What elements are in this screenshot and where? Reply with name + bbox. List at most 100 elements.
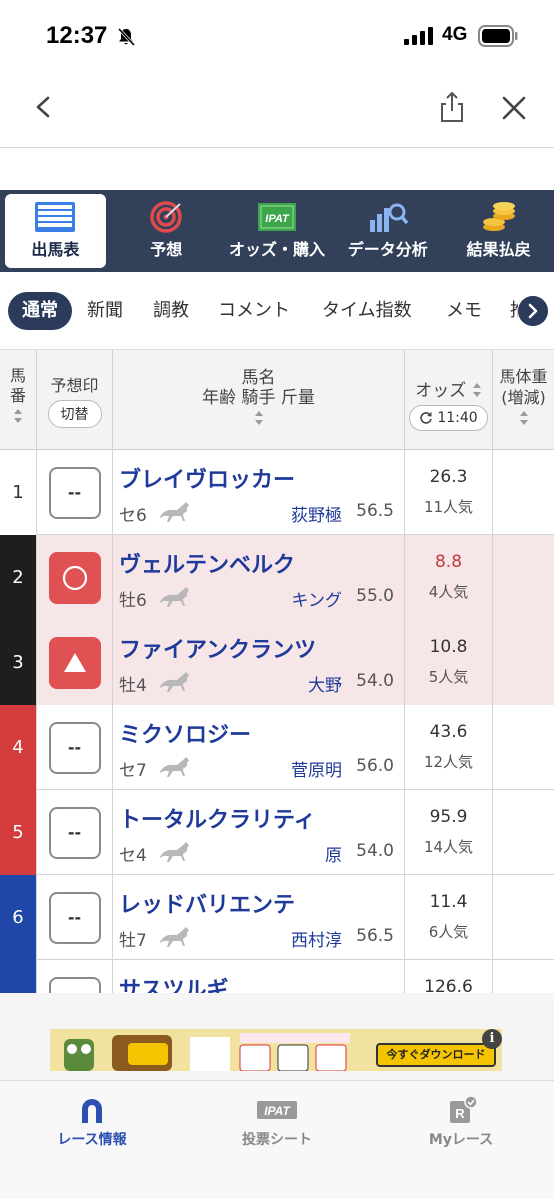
status-time: 12:37 <box>46 22 108 49</box>
body-weight-cell <box>493 960 554 993</box>
horse-name-link[interactable]: レッドバリエンテ <box>119 887 295 919</box>
jockey-name[interactable]: キング <box>292 586 343 611</box>
horse-name-link[interactable]: ファイアンクランツ <box>119 632 316 664</box>
sub-tab-bar: 通常 新聞 調教 コメント タイム指数 メモ 推 <box>0 272 554 350</box>
horse-name-link[interactable]: ブレイヴロッカー <box>119 462 295 494</box>
header-horse[interactable]: 馬名 年齢 騎手 斤量 <box>113 350 405 450</box>
odds-refresh-button[interactable]: 11:40 <box>409 405 488 431</box>
horseshoe-icon <box>82 1099 102 1123</box>
mark-cell: -- <box>37 960 113 993</box>
header-odds[interactable]: オッズ 11:40 <box>405 350 493 450</box>
tab-results-payout[interactable]: 結果払戻 <box>443 190 554 272</box>
tab-label: 出馬表 <box>31 240 80 259</box>
header-body-weight[interactable]: 馬体重 (増減) <box>493 350 554 450</box>
odds-value: 11.4 <box>429 892 468 912</box>
network-type: 4G <box>442 24 468 45</box>
bottom-nav-bar: レース情報 IPAT 投票シート R Myレース <box>0 1080 554 1199</box>
nav-label: Myレース <box>428 1132 494 1148</box>
subtab-time-index[interactable]: タイム指数 <box>322 292 412 330</box>
back-arrow-icon[interactable] <box>30 92 56 122</box>
horse-name-link[interactable]: ヴェルテンベルク <box>119 547 295 579</box>
table-row[interactable]: 3 ファイアンクランツ 牡4 大野 54.0 10.8 5人気 <box>0 620 554 705</box>
tab-prediction[interactable]: 予想 <box>111 190 222 272</box>
horse-cell: サスツルギ <box>113 960 405 993</box>
tab-label: 結果払戻 <box>466 240 531 259</box>
horse-silhouette-icon <box>160 587 189 607</box>
carried-weight: 56.5 <box>356 926 394 946</box>
prediction-mark-button[interactable]: -- <box>48 466 101 519</box>
coins-icon <box>482 202 515 231</box>
tab-data-analysis[interactable]: データ分析 <box>332 190 443 272</box>
body-weight-cell <box>493 620 554 705</box>
my-race-icon: R <box>450 1095 478 1123</box>
triangle-mark-icon <box>63 652 86 672</box>
nav-label: 投票シート <box>242 1132 312 1148</box>
ad-area: 今すぐダウンロード i <box>0 993 554 1080</box>
tab-label: オッズ・購入 <box>228 240 325 259</box>
table-row[interactable]: -- サスツルギ 126.6 <box>0 960 554 993</box>
share-icon[interactable] <box>437 90 467 124</box>
popularity: 5人気 <box>428 668 469 686</box>
close-icon[interactable] <box>500 94 528 122</box>
tab-race-card[interactable]: 出馬表 <box>0 190 111 272</box>
horse-age: セ4 <box>119 846 147 866</box>
ad-banner[interactable]: 今すぐダウンロード <box>50 1029 502 1071</box>
prediction-mark-button[interactable] <box>48 551 101 604</box>
prediction-mark-button[interactable]: -- <box>48 721 101 774</box>
jockey-name[interactable]: 菅原明 <box>291 756 342 781</box>
odds-value: 126.6 <box>424 977 473 993</box>
gate-number: 6 <box>0 875 37 960</box>
jockey-name[interactable]: 荻野極 <box>291 501 342 526</box>
horse-name-link[interactable]: サスツルギ <box>119 972 229 993</box>
gate-number: 1 <box>0 450 37 535</box>
chevron-right-icon[interactable] <box>518 296 548 326</box>
main-tab-bar: 出馬表 予想 IPAT オッズ・購入 データ分析 結果払戻 <box>0 190 554 272</box>
horse-age: 牡4 <box>119 676 147 696</box>
table-row[interactable]: 6 -- レッドバリエンテ 牡7 西村淳 56.5 11.4 6人気 <box>0 875 554 960</box>
odds-cell: 95.9 14人気 <box>405 790 493 875</box>
horse-cell: ヴェルテンベルク 牡6 キング 55.0 <box>113 535 405 620</box>
gate-number: 4 <box>0 705 37 790</box>
gate-number: 3 <box>0 620 37 705</box>
horse-silhouette-icon <box>160 927 189 947</box>
subtab-training[interactable]: 調教 <box>153 292 189 330</box>
horse-name-link[interactable]: ミクソロジー <box>119 717 251 749</box>
nav-voting-sheet[interactable]: IPAT 投票シート <box>202 1095 352 1149</box>
ad-info-icon[interactable]: i <box>482 1029 502 1049</box>
sort-icon <box>254 411 263 425</box>
horse-silhouette-icon <box>160 502 189 522</box>
circle-mark-icon <box>62 565 87 590</box>
body-weight-cell <box>493 450 554 535</box>
jockey-name[interactable]: 西村淳 <box>291 926 342 951</box>
header-num[interactable]: 馬番 <box>0 350 37 450</box>
prediction-mark-button[interactable]: -- <box>48 976 101 993</box>
horse-cell: ブレイヴロッカー セ6 荻野極 56.5 <box>113 450 405 535</box>
nav-my-race[interactable]: R Myレース <box>386 1095 536 1149</box>
ad-download-button[interactable]: 今すぐダウンロード <box>376 1043 496 1067</box>
toggle-mark-button[interactable]: 切替 <box>47 400 102 428</box>
tab-odds-purchase[interactable]: IPAT オッズ・購入 <box>222 190 333 272</box>
sort-icon <box>519 411 528 425</box>
gate-number <box>0 960 37 993</box>
prediction-mark-button[interactable]: -- <box>48 806 101 859</box>
table-row[interactable]: 1 -- ブレイヴロッカー セ6 荻野極 56.5 26.3 11人気 <box>0 450 554 535</box>
subtab-overflow[interactable]: 推 <box>510 292 518 330</box>
table-row[interactable]: 2 ヴェルテンベルク 牡6 キング 55.0 8.8 4人気 <box>0 535 554 620</box>
subtab-comment[interactable]: コメント <box>218 292 290 330</box>
subtab-memo[interactable]: メモ <box>446 292 482 330</box>
table-row[interactable]: 4 -- ミクソロジー セ7 菅原明 56.0 43.6 12人気 <box>0 705 554 790</box>
jockey-name[interactable]: 原 <box>325 841 342 866</box>
jockey-name[interactable]: 大野 <box>308 671 342 696</box>
horse-name-link[interactable]: トータルクラリティ <box>119 802 316 834</box>
subtab-newspaper[interactable]: 新聞 <box>87 292 123 330</box>
refresh-icon <box>420 412 433 424</box>
nav-race-info[interactable]: レース情報 <box>17 1095 167 1149</box>
subtab-normal[interactable]: 通常 <box>8 292 72 330</box>
signal-icon <box>404 27 433 45</box>
horse-age: セ7 <box>119 761 147 781</box>
horse-cell: トータルクラリティ セ4 原 54.0 <box>113 790 405 875</box>
prediction-mark-button[interactable]: -- <box>48 891 101 944</box>
table-row[interactable]: 5 -- トータルクラリティ セ4 原 54.0 95.9 14人気 <box>0 790 554 875</box>
prediction-mark-button[interactable] <box>48 636 101 689</box>
horse-age: 牡7 <box>119 931 147 951</box>
